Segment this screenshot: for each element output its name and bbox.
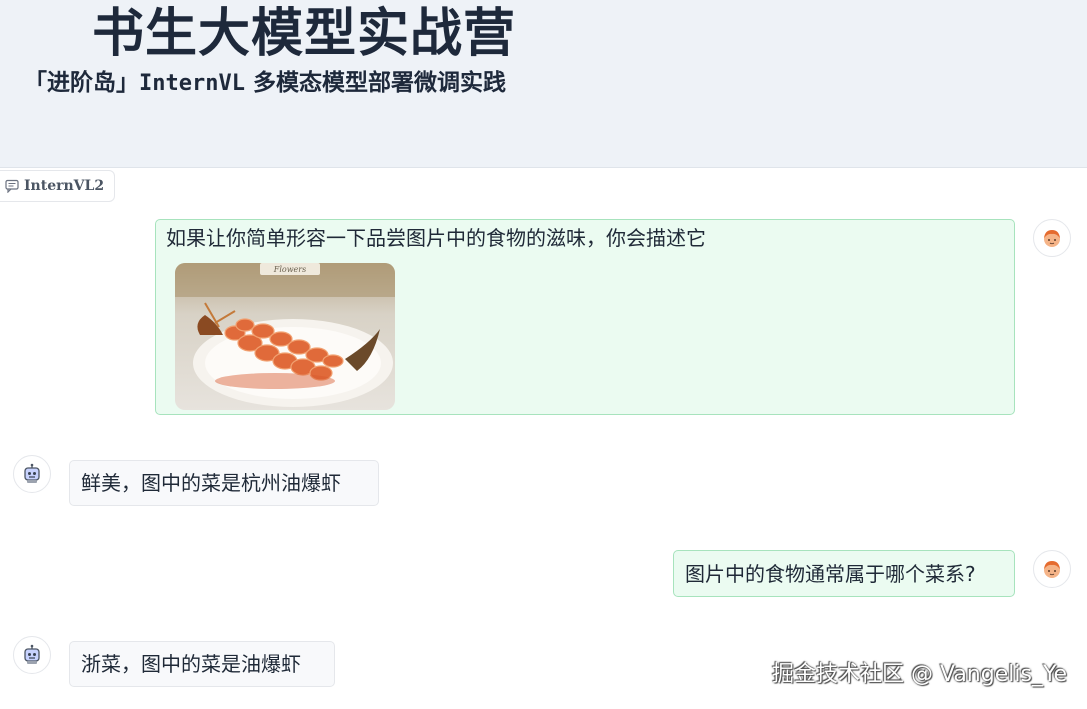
chatbot-label-tab: InternVL2 — [0, 170, 116, 202]
message-text: 如果让你简单形容一下品尝图片中的食物的滋味，你会描述它 — [166, 226, 706, 250]
chatbot-label: InternVL2 — [24, 178, 105, 194]
assistant-avatar — [13, 636, 51, 674]
user-avatar — [1033, 550, 1071, 588]
food-image[interactable]: Flowers — [175, 263, 395, 410]
watermark: 掘金技术社区 @ Vangelis_Ye — [772, 662, 1067, 687]
user-face-icon — [1044, 230, 1060, 247]
assistant-message-bubble: 浙菜，图中的菜是油爆虾 — [69, 641, 335, 687]
page-subtitle: 「进阶岛」InternVL 多模态模型部署微调实践 — [24, 66, 506, 101]
user-message-bubble: 图片中的食物通常属于哪个菜系? — [673, 550, 1015, 597]
subtitle-prefix: 「进阶岛」 — [24, 70, 139, 96]
subtitle-suffix: 多模态模型部署微调实践 — [244, 70, 506, 96]
subtitle-model: InternVL — [139, 71, 245, 96]
assistant-message-bubble: 鲜美，图中的菜是杭州油爆虾 — [69, 460, 379, 506]
message-text: 鲜美，图中的菜是杭州油爆虾 — [81, 471, 341, 495]
assistant-avatar — [13, 455, 51, 493]
user-face-icon — [1044, 561, 1060, 578]
image-caption: Flowers — [273, 265, 306, 274]
chat-icon — [0, 170, 24, 202]
message-text: 图片中的食物通常属于哪个菜系? — [685, 562, 976, 586]
robot-icon — [24, 644, 40, 664]
message-text: 浙菜，图中的菜是油爆虾 — [81, 652, 301, 676]
user-avatar — [1033, 219, 1071, 257]
page-header: 书生大模型实战营 「进阶岛」InternVL 多模态模型部署微调实践 — [0, 0, 1087, 168]
page-title: 书生大模型实战营 — [92, 4, 517, 64]
robot-icon — [24, 463, 40, 483]
